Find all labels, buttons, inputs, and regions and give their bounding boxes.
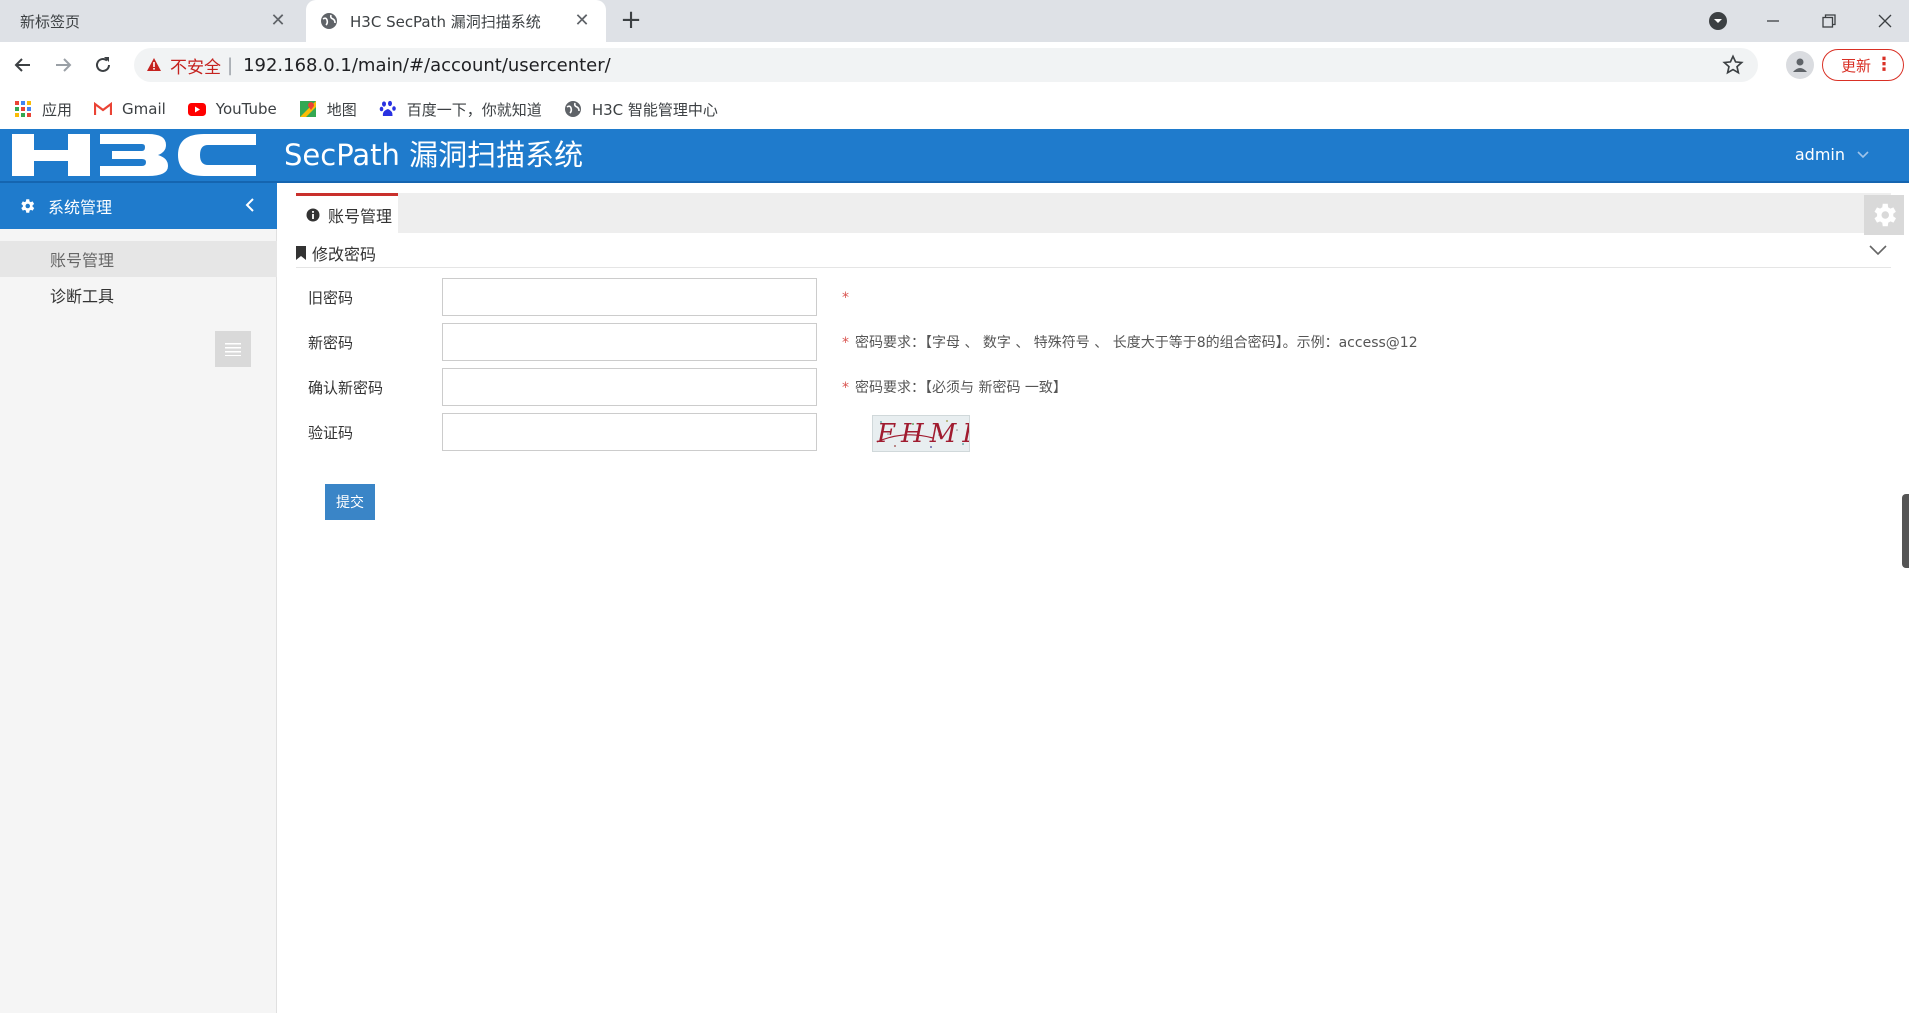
new-tab-plus-icon[interactable]: + bbox=[618, 7, 644, 34]
reload-icon[interactable] bbox=[88, 50, 118, 80]
bookmark-baidu[interactable]: 百度一下，你就知道 bbox=[379, 99, 542, 120]
gmail-icon bbox=[94, 100, 113, 118]
maps-icon bbox=[299, 100, 317, 118]
new-password-row: 新密码 * 密码要求：【字母 、 数字 、 特殊符号 、 长度大于等于8的组合密码… bbox=[308, 323, 1708, 363]
bookmark-gmail[interactable]: Gmail bbox=[94, 100, 166, 118]
bookmark-label: 地图 bbox=[326, 100, 357, 119]
section-title: 修改密码 bbox=[312, 244, 377, 264]
required-mark: * bbox=[842, 290, 849, 306]
divider: | bbox=[227, 54, 234, 76]
captcha-label: 验证码 bbox=[308, 424, 354, 442]
youtube-icon bbox=[187, 100, 206, 118]
captcha-row: 验证码 FHMB bbox=[308, 413, 1708, 453]
url-text[interactable]: 192.168.0.1/main/#/account/usercenter/ bbox=[243, 55, 611, 76]
old-password-row: 旧密码 * bbox=[308, 278, 1708, 318]
back-arrow-icon[interactable] bbox=[8, 50, 38, 80]
tab-label: 账号管理 bbox=[328, 206, 393, 226]
tab-account-management[interactable]: 账号管理 bbox=[296, 193, 398, 233]
settings-button[interactable] bbox=[1864, 195, 1904, 235]
bookmark-label: Gmail bbox=[122, 100, 166, 118]
confirm-password-hint: * 密码要求：【必须与 新密码 一致】 bbox=[842, 368, 1067, 408]
captcha-image[interactable]: FHMB bbox=[872, 415, 970, 452]
captcha-text: FHMB bbox=[877, 419, 969, 449]
bookmark-label: YouTube bbox=[215, 100, 277, 118]
baidu-icon bbox=[379, 100, 397, 118]
globe-icon bbox=[321, 13, 337, 29]
sidebar-header-label: 系统管理 bbox=[48, 198, 113, 217]
profile-avatar-icon[interactable] bbox=[1786, 51, 1814, 79]
forward-arrow-icon[interactable] bbox=[48, 50, 78, 80]
chevron-down-icon[interactable] bbox=[1869, 244, 1887, 256]
restore-icon[interactable] bbox=[1814, 6, 1844, 36]
bookmark-label: 应用 bbox=[42, 100, 73, 119]
menu-lines-icon bbox=[225, 343, 241, 356]
bookmark-star-icon[interactable] bbox=[1722, 54, 1744, 76]
bookmark-apps[interactable]: 应用 bbox=[14, 99, 72, 120]
more-vert-icon: ⋮ bbox=[1875, 54, 1893, 75]
old-password-label: 旧密码 bbox=[308, 289, 354, 307]
submit-button[interactable]: 提交 bbox=[325, 484, 375, 520]
globe-icon bbox=[564, 100, 582, 118]
tab-title: H3C SecPath 漏洞扫描系统 bbox=[350, 12, 541, 31]
side-panel-handle[interactable] bbox=[1902, 494, 1909, 568]
app-title: SecPath 漏洞扫描系统 bbox=[284, 138, 584, 172]
captcha-input[interactable] bbox=[442, 413, 817, 451]
confirm-password-row: 确认新密码 * 密码要求：【必须与 新密码 一致】 bbox=[308, 368, 1708, 408]
app-header: SecPath 漏洞扫描系统 admin bbox=[0, 129, 1909, 181]
sidebar-item-account-management[interactable]: 账号管理 bbox=[0, 241, 277, 277]
sidebar: 系统管理 账号管理 诊断工具 bbox=[0, 183, 277, 1013]
content-tab-bar: 账号管理 bbox=[296, 193, 1891, 233]
section-header-change-password: 修改密码 bbox=[296, 238, 1891, 268]
gear-icon bbox=[1874, 203, 1896, 227]
confirm-password-hint-text: 密码要求：【必须与 新密码 一致】 bbox=[855, 380, 1067, 396]
sidebar-header[interactable]: 系统管理 bbox=[0, 183, 277, 229]
h3c-logo bbox=[8, 131, 260, 179]
bookmark-youtube[interactable]: YouTube bbox=[187, 100, 277, 118]
required-mark: * bbox=[842, 380, 849, 396]
tab-title: 新标签页 bbox=[20, 12, 81, 31]
update-label: 更新 bbox=[1841, 56, 1872, 75]
bookmark-maps[interactable]: 地图 bbox=[299, 99, 357, 120]
browser-tab-new-tab[interactable]: 新标签页 ✕ bbox=[0, 0, 302, 42]
gear-icon bbox=[21, 199, 35, 213]
bookmark-h3c-imc[interactable]: H3C 智能管理中心 bbox=[564, 99, 718, 120]
required-mark: * bbox=[842, 335, 849, 351]
chevron-down-icon bbox=[1857, 150, 1869, 158]
security-status[interactable]: 不安全 bbox=[170, 53, 221, 78]
new-password-input[interactable] bbox=[442, 323, 817, 361]
close-icon[interactable]: ✕ bbox=[268, 11, 288, 31]
sidebar-item-diagnostic-tools[interactable]: 诊断工具 bbox=[0, 277, 277, 313]
main-content: 账号管理 修改密码 旧密码 * 新密码 * 密码要求：【字母 、 数字 、 特殊符… bbox=[278, 183, 1909, 1013]
update-button[interactable]: 更新 ⋮ bbox=[1822, 49, 1904, 81]
sidebar-toggle-button[interactable] bbox=[215, 331, 251, 367]
tab-search-icon[interactable] bbox=[1703, 6, 1733, 36]
sidebar-item-label: 诊断工具 bbox=[50, 287, 115, 306]
old-password-hint: * bbox=[842, 278, 855, 318]
confirm-password-label: 确认新密码 bbox=[308, 379, 384, 397]
new-password-label: 新密码 bbox=[308, 334, 354, 352]
new-password-hint-text: 密码要求：【字母 、 数字 、 特殊符号 、 长度大于等于8的组合密码】。示例：… bbox=[855, 335, 1418, 351]
bookmark-icon bbox=[296, 245, 306, 260]
user-menu[interactable]: admin bbox=[1795, 145, 1869, 164]
old-password-input[interactable] bbox=[442, 278, 817, 316]
close-icon[interactable]: ✕ bbox=[572, 11, 592, 31]
confirm-password-input[interactable] bbox=[442, 368, 817, 406]
new-password-hint: * 密码要求：【字母 、 数字 、 特殊符号 、 长度大于等于8的组合密码】。示例… bbox=[842, 323, 1418, 363]
bookmarks-bar: 应用 Gmail YouTube 地图 百度一下，你就知道 H3C 智能管理中心 bbox=[0, 89, 1909, 129]
window-close-icon[interactable] bbox=[1870, 6, 1900, 36]
info-circle-icon bbox=[306, 208, 320, 221]
warning-triangle-icon bbox=[147, 58, 161, 71]
chevron-left-icon[interactable] bbox=[245, 197, 255, 213]
username: admin bbox=[1794, 145, 1845, 164]
bookmark-label: H3C 智能管理中心 bbox=[591, 100, 718, 119]
address-bar[interactable]: 不安全 | 192.168.0.1/main/#/account/usercen… bbox=[134, 48, 1758, 82]
browser-tab-h3c[interactable]: H3C SecPath 漏洞扫描系统 ✕ bbox=[306, 0, 606, 42]
browser-tab-strip: 新标签页 ✕ H3C SecPath 漏洞扫描系统 ✕ + bbox=[0, 0, 1909, 42]
browser-toolbar: 不安全 | 192.168.0.1/main/#/account/usercen… bbox=[0, 42, 1909, 89]
bookmark-label: 百度一下，你就知道 bbox=[406, 100, 542, 119]
sidebar-item-label: 账号管理 bbox=[50, 251, 115, 270]
apps-grid-icon bbox=[14, 100, 32, 118]
minimize-icon[interactable] bbox=[1758, 6, 1788, 36]
